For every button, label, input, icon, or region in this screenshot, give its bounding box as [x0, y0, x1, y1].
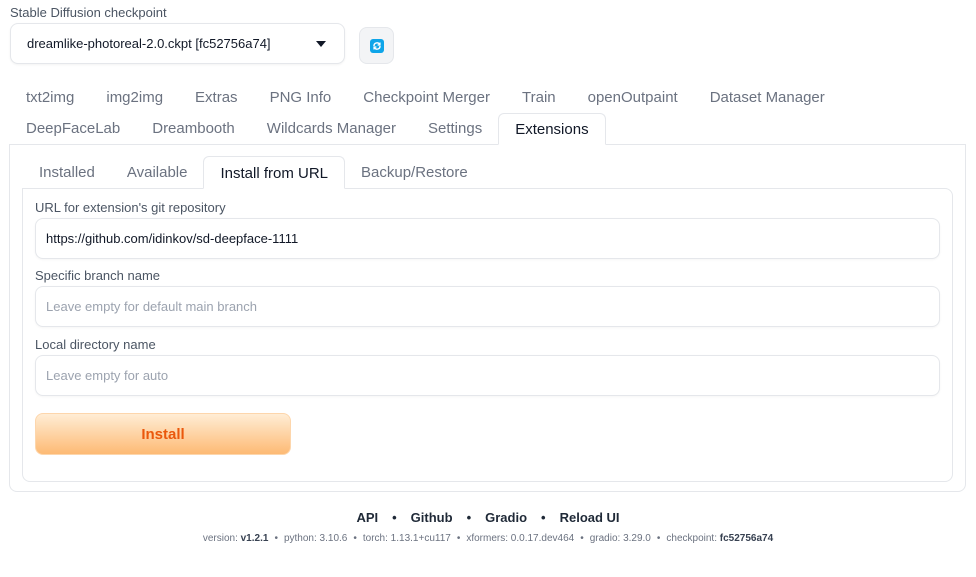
separator: •: [274, 533, 278, 544]
tab-dataset-manager[interactable]: Dataset Manager: [694, 82, 841, 114]
refresh-icon: [369, 38, 384, 53]
main-tabs-row-1: txt2img img2img Extras PNG Info Checkpoint M…: [10, 82, 841, 114]
version-python: python: 3.10.6: [283, 533, 348, 544]
tab-txt2img[interactable]: txt2img: [10, 82, 90, 114]
footer-link-github[interactable]: Github: [411, 510, 453, 525]
checkpoint-label: Stable Diffusion checkpoint: [10, 5, 167, 20]
subtab-available[interactable]: Available: [111, 156, 204, 189]
main-tabs-row-2: DeepFaceLab Dreambooth Wildcards Manager Se…: [10, 113, 606, 145]
local-directory-input[interactable]: [35, 355, 940, 396]
tab-settings[interactable]: Settings: [412, 113, 498, 145]
tab-openoutpaint[interactable]: openOutpaint: [572, 82, 694, 114]
chevron-down-icon: [316, 40, 326, 47]
checkpoint-dropdown[interactable]: dreamlike-photoreal-2.0.ckpt [fc52756a74…: [10, 23, 345, 64]
install-button[interactable]: Install: [35, 413, 291, 455]
directory-label: Local directory name: [35, 337, 156, 352]
branch-label: Specific branch name: [35, 268, 161, 283]
footer-link-api[interactable]: API: [356, 510, 378, 525]
version-gradio: gradio: 3.29.0: [589, 533, 651, 544]
footer-link-reload-ui[interactable]: Reload UI: [560, 510, 620, 525]
separator: •: [656, 533, 661, 544]
tab-train[interactable]: Train: [506, 82, 572, 114]
version-checkpoint: checkpoint: fc52756a74: [666, 533, 774, 544]
footer-links: API • Github • Gradio • Reload UI: [0, 510, 976, 525]
version-xformers: xformers: 0.0.17.dev464: [466, 533, 575, 544]
tab-deepfacelab[interactable]: DeepFaceLab: [10, 113, 136, 145]
extensions-subtabs: Installed Available Install from URL Backup…: [23, 156, 484, 189]
separator: •: [466, 510, 472, 525]
tab-extras[interactable]: Extras: [179, 82, 254, 114]
tab-checkpoint-merger[interactable]: Checkpoint Merger: [347, 82, 506, 114]
subtab-backup-restore[interactable]: Backup/Restore: [345, 156, 484, 189]
version-info: version: v1.2.1 • python: 3.10.6 • torch: 1.…: [0, 533, 976, 544]
footer-link-gradio[interactable]: Gradio: [485, 510, 527, 525]
separator: •: [353, 533, 357, 544]
url-label: URL for extension's git repository: [35, 200, 226, 215]
version-torch: torch: 1.13.1+cu117: [362, 533, 451, 544]
subtab-install-from-url[interactable]: Install from URL: [203, 156, 346, 189]
version-version: version: v1.2.1: [202, 533, 269, 544]
refresh-checkpoint-button[interactable]: [359, 27, 394, 64]
separator: •: [456, 533, 461, 544]
tab-dreambooth[interactable]: Dreambooth: [136, 113, 251, 145]
git-url-input[interactable]: [35, 218, 940, 259]
tab-img2img[interactable]: img2img: [90, 82, 179, 114]
subtab-installed[interactable]: Installed: [23, 156, 111, 189]
tab-png-info[interactable]: PNG Info: [254, 82, 348, 114]
tab-extensions[interactable]: Extensions: [498, 113, 606, 145]
separator: •: [392, 510, 397, 525]
branch-name-input[interactable]: [35, 286, 940, 327]
checkpoint-value: dreamlike-photoreal-2.0.ckpt [fc52756a74…: [27, 36, 271, 51]
separator: •: [580, 533, 584, 544]
separator: •: [541, 510, 546, 525]
tab-wildcards-manager[interactable]: Wildcards Manager: [251, 113, 412, 145]
